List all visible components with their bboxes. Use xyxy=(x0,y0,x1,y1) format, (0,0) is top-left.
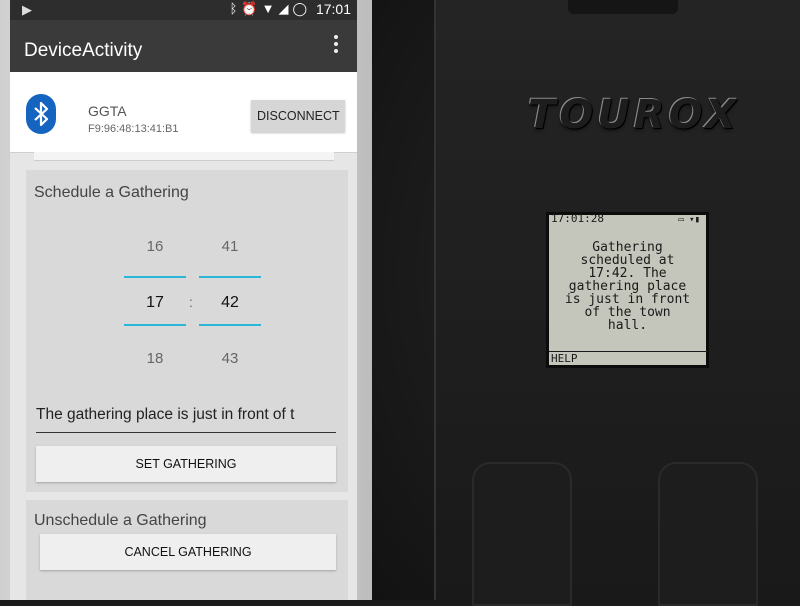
hour-selected[interactable]: 17 xyxy=(124,294,186,312)
status-icons: ᛒ⏰▼◢◯ xyxy=(230,1,311,17)
alarm-icon: ⏰ xyxy=(241,1,262,16)
gathering-message-input[interactable]: The gathering place is just in front of … xyxy=(36,406,336,433)
connected-device-card: GGTA F9:96:48:13:41:B1 DISCONNECT xyxy=(10,72,357,153)
wifi-icon: ▼ xyxy=(261,1,279,16)
minute-selected[interactable]: 42 xyxy=(199,294,261,312)
device-top-slot xyxy=(568,0,678,14)
schedule-gathering-card: Schedule a Gathering 16 17 18 : 41 42 43… xyxy=(26,170,348,492)
lcd-screen: 17:01:28 ▭ ▾▮ Gathering scheduled at 17:… xyxy=(546,212,709,368)
minute-prev[interactable]: 41 xyxy=(199,238,261,255)
hour-prev[interactable]: 16 xyxy=(124,238,186,255)
app-title: DeviceActivity xyxy=(24,40,143,61)
unschedule-gathering-card: Unschedule a Gathering CANCEL GATHERING xyxy=(26,500,348,600)
minute-picker-line-bottom xyxy=(199,324,261,326)
sync-icon: ◯ xyxy=(292,1,311,16)
hour-picker-line-bottom xyxy=(124,324,186,326)
disconnect-button[interactable]: DISCONNECT xyxy=(251,100,345,132)
lcd-status-icons: ▭ ▾▮ xyxy=(678,215,700,225)
signal-icon: ◢ xyxy=(278,1,293,16)
phone-screen: ▶ ᛒ⏰▼◢◯ 17:01 DeviceActivity GGTA F9:96:… xyxy=(10,0,357,600)
tourox-device-photo: TOUROX 17:01:28 ▭ ▾▮ Gathering scheduled… xyxy=(372,0,800,606)
hour-next[interactable]: 18 xyxy=(124,350,186,367)
lcd-help-softkey: HELP xyxy=(549,351,708,365)
hour-picker-line-top xyxy=(124,276,186,278)
schedule-title: Schedule a Gathering xyxy=(34,184,189,201)
bluetooth-icon xyxy=(26,94,56,134)
right-key-bump xyxy=(658,462,758,606)
app-notification-icon: ▶ xyxy=(22,2,32,17)
minute-next[interactable]: 43 xyxy=(199,350,261,367)
phone: ▶ ᛒ⏰▼◢◯ 17:01 DeviceActivity GGTA F9:96:… xyxy=(0,0,372,600)
minute-picker-line-top xyxy=(199,276,261,278)
brand-logo: TOUROX xyxy=(528,92,740,138)
status-bar: ▶ ᛒ⏰▼◢◯ 17:01 xyxy=(10,0,357,20)
lcd-clock: 17:01:28 xyxy=(551,212,604,225)
status-time: 17:01 xyxy=(315,1,351,17)
time-separator: : xyxy=(189,294,193,310)
overflow-menu-icon[interactable] xyxy=(333,32,339,56)
device-name: GGTA xyxy=(88,103,127,119)
unschedule-title: Unschedule a Gathering xyxy=(34,512,207,529)
set-gathering-button[interactable]: SET GATHERING xyxy=(36,446,336,482)
app-bar: DeviceActivity xyxy=(10,20,357,72)
cancel-gathering-button[interactable]: CANCEL GATHERING xyxy=(40,534,336,570)
left-key-bump xyxy=(472,462,572,606)
collapsed-card-edge xyxy=(34,152,334,161)
bluetooth-status-icon: ᛒ xyxy=(229,1,242,16)
lcd-message: Gathering scheduled at 17:42. The gather… xyxy=(564,240,691,333)
tourox-device-body: TOUROX 17:01:28 ▭ ▾▮ Gathering scheduled… xyxy=(434,0,800,606)
device-mac-address: F9:96:48:13:41:B1 xyxy=(88,123,179,135)
